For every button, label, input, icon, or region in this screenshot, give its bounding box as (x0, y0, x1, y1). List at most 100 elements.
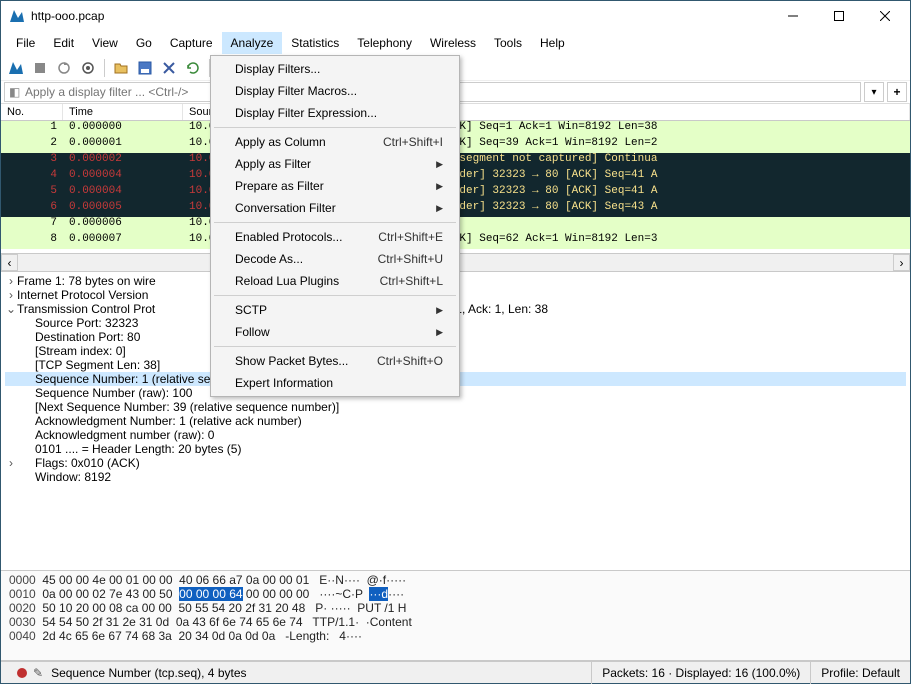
restart-capture-icon[interactable] (53, 57, 75, 79)
status-bar: ✎ Sequence Number (tcp.seq), 4 bytes Pac… (1, 661, 910, 683)
caret-collapsed-icon[interactable]: › (5, 456, 17, 470)
menu-item-follow[interactable]: Follow▶ (213, 321, 457, 343)
filter-expression-button[interactable]: ▾ (864, 82, 884, 102)
start-capture-icon[interactable] (5, 57, 27, 79)
tree-item-text: Acknowledgment number (raw): 0 (35, 428, 214, 442)
menu-item-apply-as-column[interactable]: Apply as ColumnCtrl+Shift+I (213, 131, 457, 153)
analyze-menu-dropdown: Display Filters...Display Filter Macros.… (210, 55, 460, 397)
tree-item-text: Flags: 0x010 (ACK) (35, 456, 140, 470)
stop-capture-icon[interactable] (29, 57, 51, 79)
cell-time: 0.000006 (63, 217, 183, 233)
hex-row[interactable]: 0020 50 10 20 00 08 ca 00 00 50 55 54 20… (9, 601, 902, 615)
menu-item-display-filter-expression[interactable]: Display Filter Expression... (213, 102, 457, 124)
menu-analyze[interactable]: Analyze (222, 32, 283, 54)
status-field-cell: ✎ Sequence Number (tcp.seq), 4 bytes (1, 662, 591, 684)
cell-no: 5 (1, 185, 63, 201)
tree-item[interactable]: Acknowledgment number (raw): 0 (5, 428, 906, 442)
packet-bytes-pane[interactable]: 0000 45 00 00 4e 00 01 00 00 40 06 66 a7… (1, 571, 910, 661)
window-title: http-ooo.pcap (31, 9, 770, 23)
tree-item[interactable]: › Flags: 0x010 (ACK) (5, 456, 906, 470)
menu-item-display-filter-macros[interactable]: Display Filter Macros... (213, 80, 457, 102)
reload-icon[interactable] (182, 57, 204, 79)
menu-item-label: Reload Lua Plugins (235, 274, 339, 288)
hex-row[interactable]: 0000 45 00 00 4e 00 01 00 00 40 06 66 a7… (9, 573, 902, 587)
menu-item-label: Show Packet Bytes... (235, 354, 348, 368)
menu-telephony[interactable]: Telephony (348, 32, 421, 54)
titlebar: http-ooo.pcap (1, 1, 910, 31)
menu-item-enabled-protocols[interactable]: Enabled Protocols...Ctrl+Shift+E (213, 226, 457, 248)
menu-separator (214, 346, 456, 347)
menu-item-decode-as[interactable]: Decode As... Ctrl+Shift+U (213, 248, 457, 270)
menu-help[interactable]: Help (531, 32, 574, 54)
expert-info-icon[interactable] (17, 668, 27, 678)
cell-no: 3 (1, 153, 63, 169)
menu-item-sctp[interactable]: SCTP▶ (213, 299, 457, 321)
tree-item[interactable]: 0101 .... = Header Length: 20 bytes (5) (5, 442, 906, 456)
menu-item-conversation-filter[interactable]: Conversation Filter▶ (213, 197, 457, 219)
menubar: FileEditViewGoCaptureAnalyzeStatisticsTe… (1, 31, 910, 56)
tree-item-text: Frame 1: 78 bytes on wire (17, 274, 156, 288)
minimize-button[interactable] (770, 1, 816, 31)
status-packets-text: Packets: 16 · Displayed: 16 (100.0%) (602, 666, 800, 680)
hex-row[interactable]: 0010 0a 00 00 02 7e 43 00 50 00 00 00 64… (9, 587, 902, 601)
menu-item-shortcut: Ctrl+Shift+U (378, 252, 443, 266)
bookmark-icon[interactable]: ◧ (9, 85, 21, 99)
open-file-icon[interactable] (110, 57, 132, 79)
caret-collapsed-icon[interactable]: › (5, 274, 17, 288)
submenu-arrow-icon: ▶ (436, 181, 443, 192)
menu-item-reload-lua-plugins[interactable]: Reload Lua Plugins Ctrl+Shift+L (213, 270, 457, 292)
save-file-icon[interactable] (134, 57, 156, 79)
close-file-icon[interactable] (158, 57, 180, 79)
menu-item-label: Decode As... (235, 252, 303, 266)
menu-file[interactable]: File (7, 32, 44, 54)
cell-time: 0.000004 (63, 169, 183, 185)
menu-edit[interactable]: Edit (44, 32, 83, 54)
status-profile-text: Profile: Default (821, 666, 900, 680)
hex-row[interactable]: 0040 2d 4c 65 6e 67 74 68 3a 20 34 0d 0a… (9, 629, 902, 643)
close-button[interactable] (862, 1, 908, 31)
caret-collapsed-icon[interactable]: › (5, 288, 17, 302)
menu-item-label: Prepare as Filter (235, 179, 324, 193)
menu-item-expert-information[interactable]: Expert Information (213, 372, 457, 394)
menu-item-display-filters[interactable]: Display Filters... (213, 58, 457, 80)
menu-item-label: Enabled Protocols... (235, 230, 342, 244)
scroll-left-icon[interactable]: ‹ (1, 254, 18, 271)
wireshark-fin-icon (9, 8, 25, 24)
menu-item-label: Apply as Filter (235, 157, 311, 171)
menu-capture[interactable]: Capture (161, 32, 222, 54)
column-header[interactable]: No. (1, 104, 63, 120)
menu-separator (214, 127, 456, 128)
edit-preferences-icon[interactable]: ✎ (33, 666, 43, 680)
cell-time: 0.000004 (63, 185, 183, 201)
tree-item-text: Sequence Number (raw): 100 (35, 386, 192, 400)
menu-go[interactable]: Go (127, 32, 161, 54)
menu-view[interactable]: View (83, 32, 127, 54)
menu-wireless[interactable]: Wireless (421, 32, 485, 54)
tree-item-text: Window: 8192 (35, 470, 111, 484)
menu-item-show-packet-bytes[interactable]: Show Packet Bytes...Ctrl+Shift+O (213, 350, 457, 372)
scroll-right-icon[interactable]: › (893, 254, 910, 271)
maximize-button[interactable] (816, 1, 862, 31)
menu-item-prepare-as-filter[interactable]: Prepare as Filter ▶ (213, 175, 457, 197)
menu-tools[interactable]: Tools (485, 32, 531, 54)
cell-no: 6 (1, 201, 63, 217)
tree-item-text: Acknowledgment Number: 1 (relative ack n… (35, 414, 302, 428)
capture-options-icon[interactable] (77, 57, 99, 79)
menu-item-apply-as-filter[interactable]: Apply as Filter▶ (213, 153, 457, 175)
tree-item[interactable]: [Next Sequence Number: 39 (relative sequ… (5, 400, 906, 414)
caret-expanded-icon[interactable]: ⌄ (5, 302, 17, 316)
menu-item-label: Apply as Column (235, 135, 326, 149)
tree-item[interactable]: Acknowledgment Number: 1 (relative ack n… (5, 414, 906, 428)
submenu-arrow-icon: ▶ (436, 327, 443, 338)
hex-row[interactable]: 0030 54 54 50 2f 31 2e 31 0d 0a 43 6f 6e… (9, 615, 902, 629)
column-header[interactable]: Time (63, 104, 183, 120)
cell-time: 0.000005 (63, 201, 183, 217)
menu-statistics[interactable]: Statistics (282, 32, 348, 54)
menu-separator (214, 222, 456, 223)
filter-add-button[interactable]: + (887, 82, 907, 102)
tree-item-text: Source Port: 32323 (35, 316, 138, 330)
status-profile-cell[interactable]: Profile: Default (810, 662, 910, 684)
menu-item-shortcut: Ctrl+Shift+L (380, 274, 443, 288)
tree-item[interactable]: Window: 8192 (5, 470, 906, 484)
submenu-arrow-icon: ▶ (436, 203, 443, 214)
